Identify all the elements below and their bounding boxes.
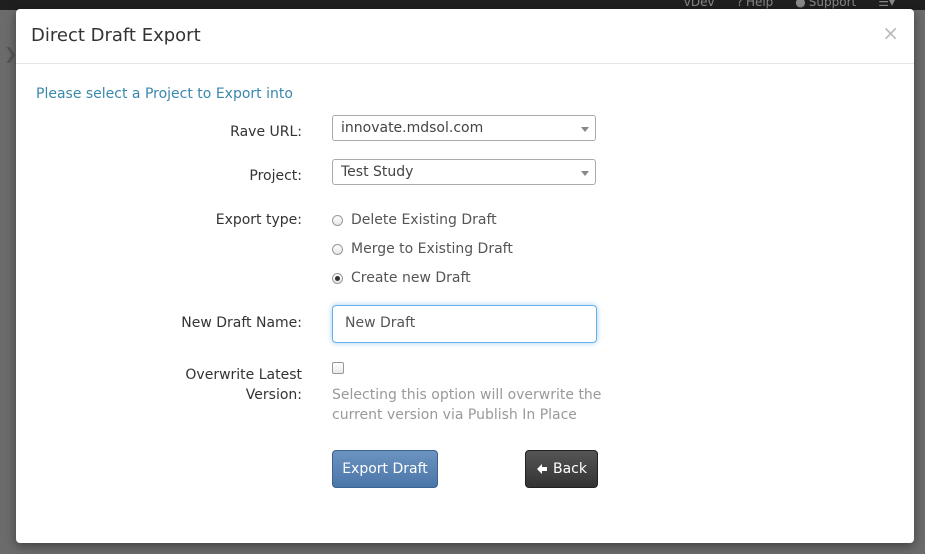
close-button[interactable]: × [882,21,899,45]
radio-button[interactable] [332,214,343,226]
overwrite-label-line1: Overwrite Latest [185,367,302,383]
support-label: Support [808,0,857,9]
support-link[interactable]: ● Support [795,0,856,9]
intro-text: Please select a Project to Export into [36,86,293,102]
help-line-1: Selecting this option will overwrite the [332,387,602,403]
rave-url-value: innovate.mdsol.com [341,120,484,136]
export-draft-button[interactable]: Export Draft [332,450,438,488]
project-value: Test Study [341,164,414,180]
modal-header: Direct Draft Export × [16,9,914,64]
new-draft-name-label: New Draft Name: [181,315,302,331]
radio-label: Delete Existing Draft [351,212,497,228]
chat-bubble-icon: ● [795,0,806,9]
overwrite-checkbox[interactable] [332,362,344,374]
radio-merge-existing-draft[interactable]: Merge to Existing Draft [332,241,513,257]
overwrite-help-text: Selecting this option will overwrite the… [332,385,612,425]
caret-down-icon [581,127,589,132]
question-icon: ? [736,0,743,9]
radio-button-checked[interactable] [332,272,343,284]
new-draft-name-input[interactable] [345,315,585,331]
radio-create-new-draft[interactable]: Create new Draft [332,270,471,286]
radio-delete-existing-draft[interactable]: Delete Existing Draft [332,212,497,228]
radio-label: Create new Draft [351,270,471,286]
env-label[interactable]: vDev [684,0,715,9]
new-draft-name-field[interactable] [332,305,597,343]
radio-button[interactable] [332,243,343,255]
modal-title: Direct Draft Export [31,25,201,46]
export-type-label: Export type: [215,212,302,228]
overwrite-label-line2: Version: [245,387,302,403]
help-line-2: current version via Publish In Place [332,407,577,423]
direct-draft-export-modal: Direct Draft Export × Please select a Pr… [16,9,914,543]
menu-dropdown-icon[interactable]: ☰▾ [878,0,895,9]
arrow-left-icon [536,463,548,475]
help-label: Help [745,0,774,9]
rave-url-select[interactable]: innovate.mdsol.com [332,115,596,141]
project-select[interactable]: Test Study [332,159,596,185]
help-link[interactable]: ? Help [737,0,774,9]
radio-label: Merge to Existing Draft [351,241,513,257]
back-label: Back [553,461,587,477]
caret-down-icon [581,171,589,176]
project-label: Project: [249,168,302,184]
back-button[interactable]: Back [525,450,598,488]
rave-url-label: Rave URL: [230,124,302,140]
